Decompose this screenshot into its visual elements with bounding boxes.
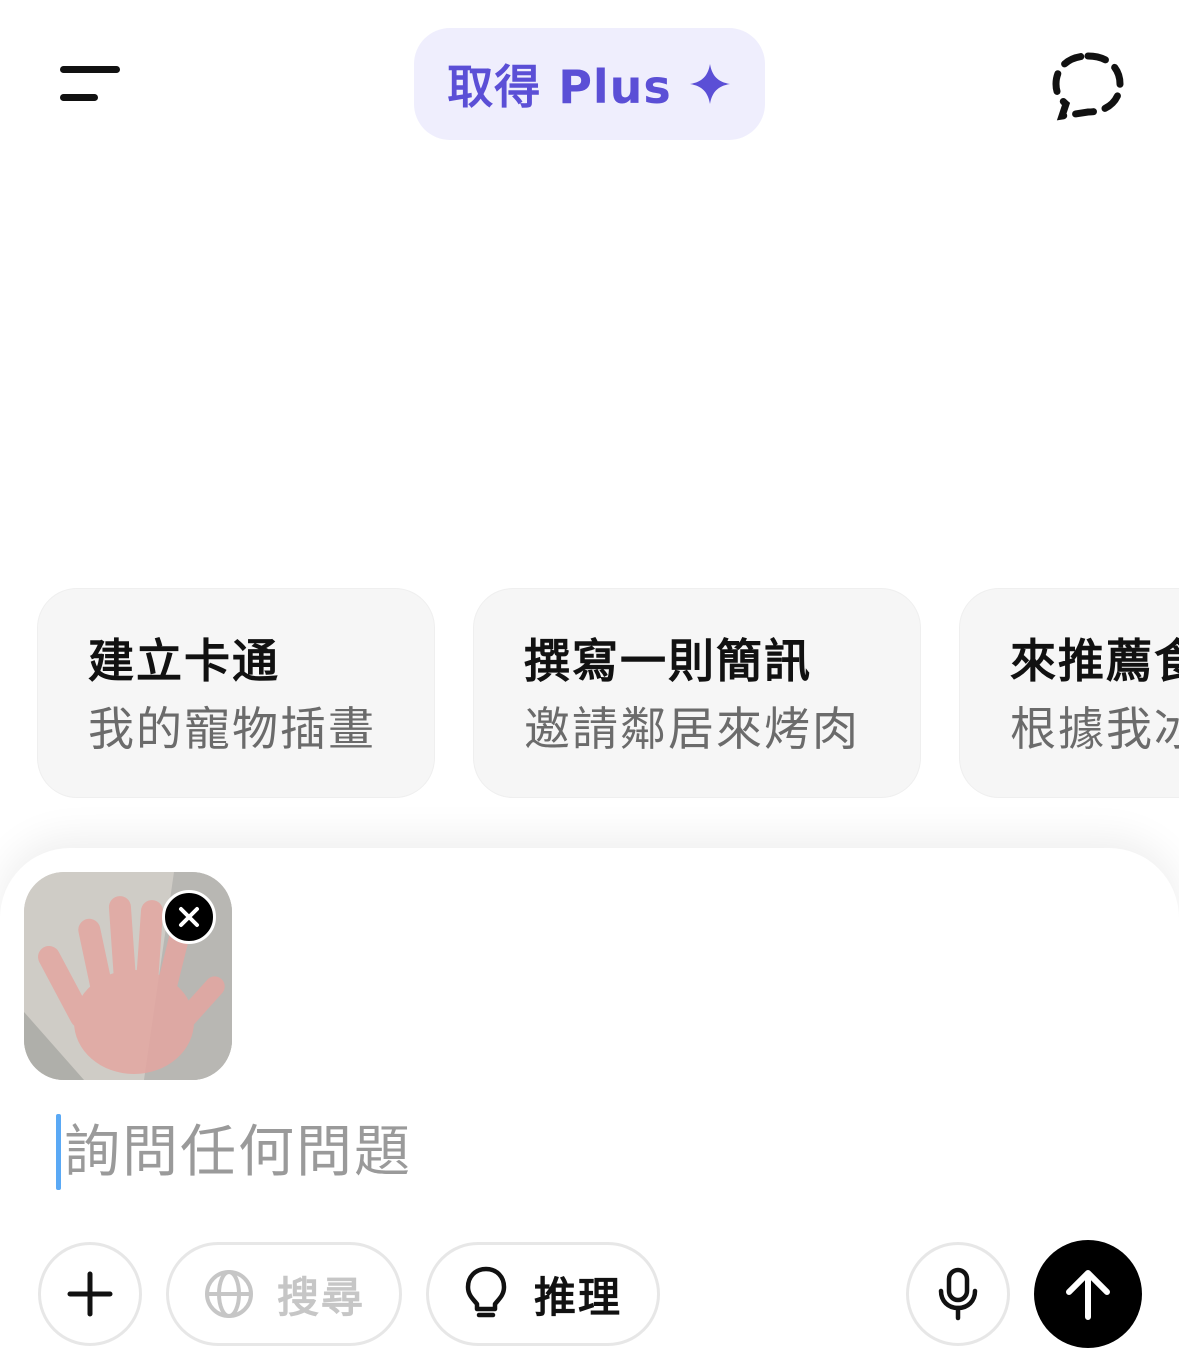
get-plus-button[interactable]: 取得 Plus bbox=[414, 28, 765, 140]
menu-icon bbox=[60, 66, 120, 101]
get-plus-label: 取得 Plus bbox=[447, 60, 672, 114]
suggestion-subtitle: 邀請鄰居來烤肉 bbox=[524, 702, 860, 756]
dashed-chat-icon bbox=[1052, 52, 1124, 121]
plus-icon bbox=[67, 1271, 113, 1317]
chat-home-screen: 取得 Plus 建立卡通 我的寵物插畫 撰寫一則簡訊 邀請鄰居來烤肉 來推薦食 … bbox=[0, 0, 1179, 1372]
prompt-input[interactable] bbox=[64, 1112, 1104, 1192]
sparkle-icon bbox=[689, 64, 730, 104]
microphone-icon bbox=[938, 1267, 978, 1321]
suggestion-card[interactable]: 撰寫一則簡訊 邀請鄰居來烤肉 bbox=[473, 588, 921, 798]
remove-attachment-button[interactable] bbox=[162, 890, 216, 944]
temporary-chat-button[interactable] bbox=[1048, 48, 1128, 124]
reason-toggle-button[interactable]: 推理 bbox=[426, 1242, 660, 1346]
search-toggle-button[interactable]: 搜尋 bbox=[166, 1242, 402, 1346]
suggestion-title: 來推薦食 bbox=[1010, 634, 1179, 688]
add-attachment-button[interactable] bbox=[38, 1242, 142, 1346]
suggestion-subtitle: 根據我冰 bbox=[1010, 702, 1179, 756]
close-icon bbox=[179, 907, 199, 927]
text-caret bbox=[56, 1114, 61, 1190]
voice-input-button[interactable] bbox=[906, 1242, 1010, 1346]
suggestion-card[interactable]: 建立卡通 我的寵物插畫 bbox=[37, 588, 435, 798]
globe-icon bbox=[204, 1270, 253, 1318]
arrow-up-icon bbox=[1066, 1270, 1110, 1320]
menu-button[interactable] bbox=[54, 60, 126, 110]
reason-label: 推理 bbox=[533, 1272, 622, 1322]
suggestion-card[interactable]: 來推薦食 根據我冰 bbox=[959, 588, 1179, 798]
suggestion-carousel[interactable]: 建立卡通 我的寵物插畫 撰寫一則簡訊 邀請鄰居來烤肉 來推薦食 根據我冰 bbox=[0, 588, 1179, 800]
prompt-input-wrapper bbox=[56, 1112, 1116, 1192]
suggestion-title: 撰寫一則簡訊 bbox=[524, 634, 812, 688]
lightbulb-icon bbox=[465, 1266, 507, 1318]
suggestion-subtitle: 我的寵物插畫 bbox=[88, 702, 376, 756]
suggestion-title: 建立卡通 bbox=[88, 634, 280, 688]
search-label: 搜尋 bbox=[276, 1272, 365, 1322]
send-button[interactable] bbox=[1034, 1240, 1142, 1348]
